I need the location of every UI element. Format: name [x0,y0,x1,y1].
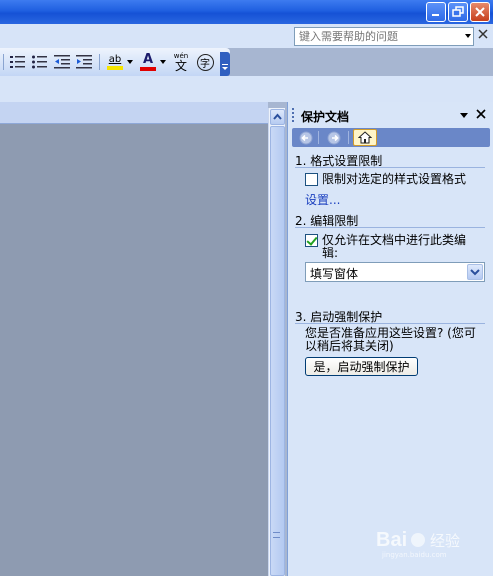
font-color-dropdown-icon[interactable] [160,60,166,64]
minimize-icon [432,14,439,16]
enforcement-question-line2: 以稍后将其关闭) [305,339,394,353]
editing-type-value: 填写窗体 [310,267,359,281]
home-icon [358,131,372,144]
restore-icon [452,6,464,17]
close-button[interactable] [470,2,490,22]
increase-indent-button[interactable] [74,52,94,72]
highlight-button[interactable]: ab [104,52,126,72]
formatting-toolbar: ab A wén 文 字 [0,48,230,76]
settings-link[interactable]: 设置... [305,191,340,208]
numbered-list-button[interactable] [8,52,28,72]
forward-arrow-icon [327,131,341,144]
svg-text:jingyan.baidu.com: jingyan.baidu.com [381,551,447,559]
pane-grip-handle[interactable] [292,108,294,122]
section-divider [295,167,485,168]
back-arrow-icon [299,131,313,144]
font-color-icon: A [142,51,154,67]
section-divider [295,323,485,324]
font-color-button[interactable]: A [138,52,158,72]
ruler-area [0,102,268,124]
scroll-grip [273,532,280,538]
scroll-thumb[interactable] [270,126,285,576]
section-divider [295,227,485,228]
chevron-down-icon [470,269,480,276]
nav-separator [348,131,349,144]
enclose-char: 字 [200,58,210,70]
baidu-logo-icon: Bai 经验 jingyan.baidu.com [376,529,460,559]
restore-button[interactable] [448,2,468,22]
minimize-button[interactable] [426,2,446,22]
close-document-icon[interactable] [478,29,488,39]
formatting-restriction-checkbox[interactable] [305,173,318,186]
scroll-up-button[interactable] [270,109,285,125]
phonetic-guide-button[interactable]: wén 文 [170,52,192,72]
svg-text:Bai: Bai [376,529,407,551]
toolbar-options-icon [222,64,228,70]
bulleted-list-button[interactable] [30,52,50,72]
pane-title: 保护文档 [301,110,350,124]
select-dropdown-button[interactable] [467,264,483,280]
toolbar-separator [99,54,100,70]
editing-restriction-checkbox[interactable] [305,234,318,247]
home-button[interactable] [353,129,377,146]
pane-header: 保护文档 [288,102,493,128]
forward-button[interactable] [322,129,346,146]
pane-nav-bar [292,128,490,147]
editing-restriction-label-line1: 仅允许在文档中进行此类编 [322,233,467,247]
editing-type-select[interactable]: 填写窗体 [305,262,485,282]
protect-document-pane: 保护文档 1. 格式设置限制 限制对选定的样式设置格式 设置... 2. 编辑限… [287,102,493,576]
back-button[interactable] [294,129,318,146]
toolbar-background [0,76,493,102]
bulleted-list-icon [32,55,47,69]
editing-restriction-label-line2: 辑: [322,246,339,260]
phonetic-guide-icon: 文 [174,58,187,73]
enforcement-question-line1: 您是否准备应用这些设置? (您可 [305,326,476,340]
decrease-indent-icon [54,55,70,69]
chevron-down-icon[interactable] [465,34,471,38]
menu-bar [0,24,493,48]
baidu-jingyan-watermark: Bai 经验 jingyan.baidu.com [376,524,484,560]
nav-separator [318,131,319,144]
font-color-bar [140,66,156,71]
highlight-color-bar [107,65,123,70]
enclose-characters-icon: 字 [196,53,214,71]
formatting-restriction-label: 限制对选定的样式设置格式 [322,172,467,186]
vertical-scrollbar[interactable] [268,108,285,576]
title-bar [0,0,493,24]
svg-text:经验: 经验 [430,532,460,550]
highlight-icon: ab [108,53,122,65]
close-icon [475,7,485,17]
help-search-input[interactable] [295,28,455,45]
pane-close-icon[interactable] [476,109,486,119]
numbered-list-icon [10,56,25,68]
start-enforcing-button[interactable]: 是，启动强制保护 [305,357,418,376]
enclose-characters-button[interactable]: 字 [195,52,215,72]
increase-indent-icon [76,55,92,69]
toolbar-separator [3,54,4,70]
chevron-up-icon [273,113,282,120]
highlight-dropdown-icon[interactable] [127,60,133,64]
document-area[interactable] [0,124,268,576]
toolbar-options-button[interactable] [220,52,230,76]
decrease-indent-button[interactable] [52,52,72,72]
pane-menu-icon[interactable] [460,113,468,118]
help-search-box[interactable] [294,27,474,46]
